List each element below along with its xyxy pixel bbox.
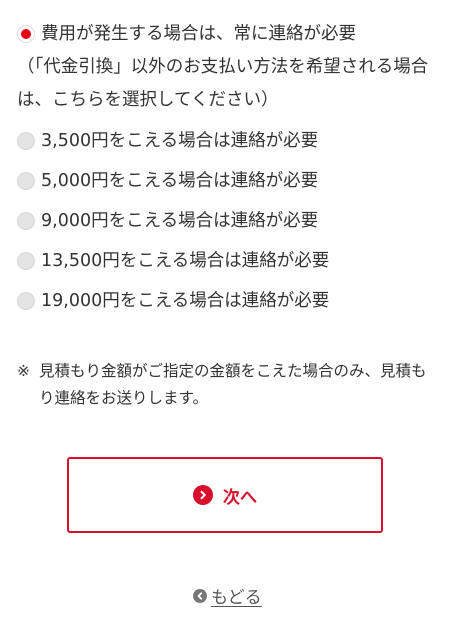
option-3500[interactable]: 3,500円をこえる場合は連絡が必要 (17, 125, 437, 157)
back-link[interactable]: もどる (193, 583, 262, 608)
option-9000[interactable]: 9,000円をこえる場合は連絡が必要 (17, 205, 437, 237)
chevron-right-circle-icon (193, 485, 213, 505)
next-button-label: 次へ (223, 487, 257, 508)
back-link-label: もどる (211, 588, 262, 608)
option-13500[interactable]: 13,500円をこえる場合は連絡が必要 (17, 245, 437, 277)
option-label: 3,500円をこえる場合は連絡が必要 (41, 131, 319, 151)
option-label: 5,000円をこえる場合は連絡が必要 (41, 171, 319, 191)
option-label: 13,500円をこえる場合は連絡が必要 (41, 251, 330, 271)
radio-9000[interactable] (17, 212, 35, 230)
option-always-contact[interactable]: 費用が発生する場合は、常に連絡が必要 （「代金引換」以外のお支払い方法を希望され… (17, 18, 437, 117)
option-label: 9,000円をこえる場合は連絡が必要 (41, 211, 319, 231)
radio-5000[interactable] (17, 172, 35, 190)
contact-threshold-options: 費用が発生する場合は、常に連絡が必要 （「代金引換」以外のお支払い方法を希望され… (17, 18, 437, 317)
option-sub-label: （「代金引換」以外のお支払い方法を希望される場合は、こちらを選択してください） (17, 57, 429, 110)
chevron-left-circle-icon (193, 588, 207, 603)
radio-19000[interactable] (17, 292, 35, 310)
option-label: 費用が発生する場合は、常に連絡が必要 (41, 24, 356, 44)
radio-always-contact[interactable] (17, 25, 35, 43)
radio-3500[interactable] (17, 132, 35, 150)
radio-13500[interactable] (17, 252, 35, 270)
option-5000[interactable]: 5,000円をこえる場合は連絡が必要 (17, 165, 437, 197)
estimate-note: ※ 見積もり金額がご指定の金額をこえた場合のみ、見積もり連絡をお送りします。 (17, 358, 437, 412)
option-19000[interactable]: 19,000円をこえる場合は連絡が必要 (17, 285, 437, 317)
note-mark: ※ (17, 362, 30, 380)
next-button[interactable]: 次へ (67, 457, 383, 533)
note-text: 見積もり金額がご指定の金額をこえた場合のみ、見積もり連絡をお送りします。 (39, 362, 427, 407)
option-label: 19,000円をこえる場合は連絡が必要 (41, 291, 330, 311)
